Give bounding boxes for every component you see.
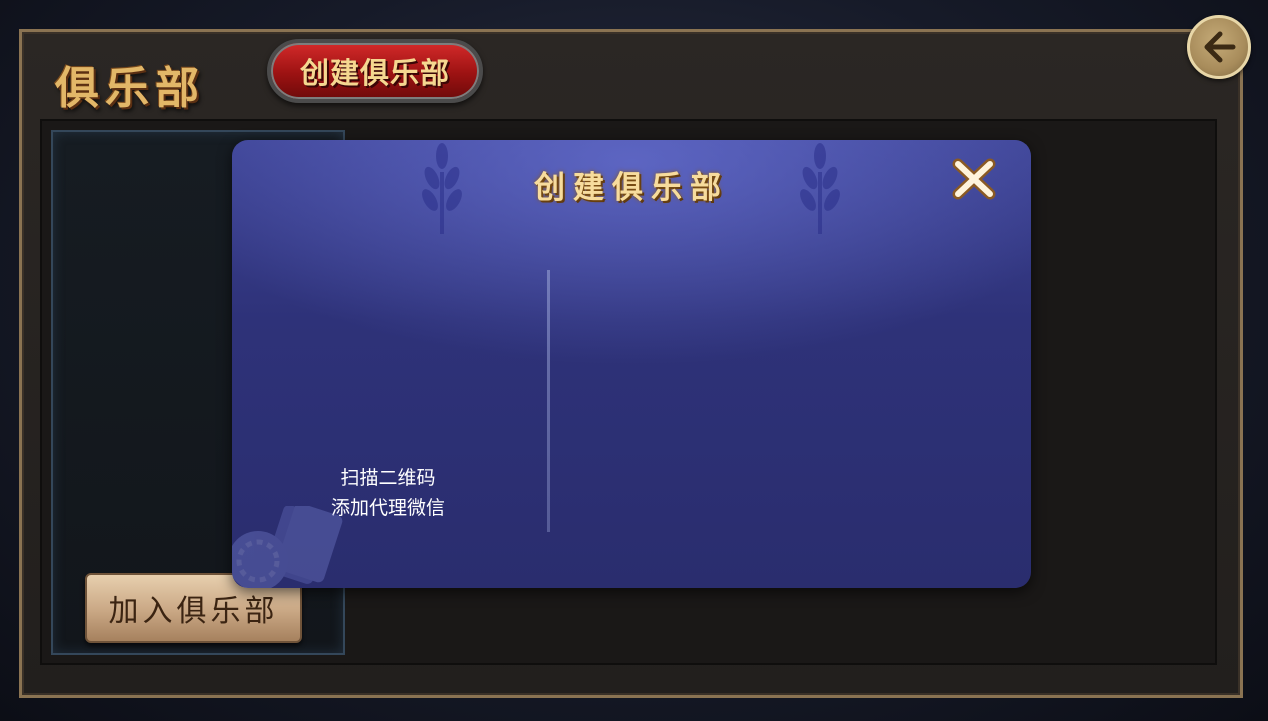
arrow-left-icon xyxy=(1204,31,1236,63)
back-button[interactable] xyxy=(1187,15,1251,79)
close-icon xyxy=(952,158,996,200)
dialog-title: 创建俱乐部 xyxy=(534,170,729,206)
dialog-divider xyxy=(547,270,550,532)
create-club-dialog: 创建俱乐部 扫描二维码 添加代理微信 xyxy=(232,140,1031,588)
chips-and-cards-icon xyxy=(232,506,343,588)
close-button[interactable] xyxy=(948,154,1000,204)
create-club-button[interactable]: 创建俱乐部 xyxy=(267,39,483,103)
page-title: 俱乐部 xyxy=(55,63,205,114)
qr-caption-line1: 扫描二维码 xyxy=(340,467,436,489)
